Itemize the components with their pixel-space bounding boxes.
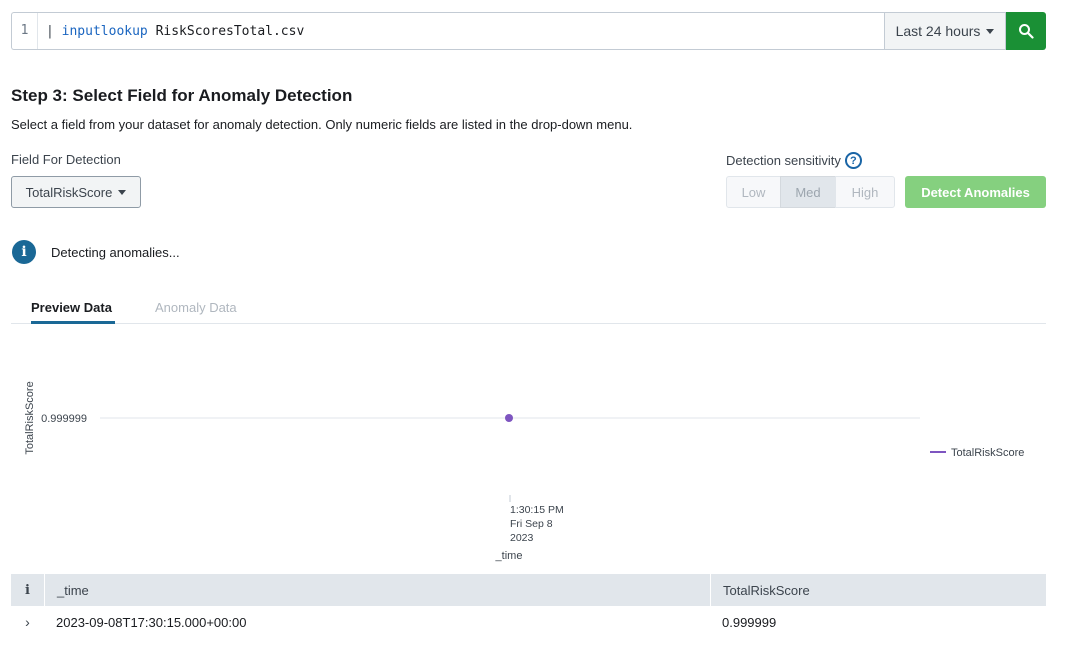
sensitivity-high[interactable]: High (835, 176, 895, 208)
row-expand-icon[interactable]: › (11, 614, 44, 630)
help-icon[interactable]: ? (844, 152, 862, 169)
cell-score: 0.999999 (722, 614, 777, 630)
field-selected-value: TotalRiskScore (25, 184, 113, 200)
results-table: i _time TotalRiskScore › 2023-09-08T17:3… (11, 574, 1046, 638)
status-message: Detecting anomalies... (51, 245, 180, 260)
field-dropdown[interactable]: TotalRiskScore (11, 176, 141, 208)
y-axis-label: TotalRiskScore (24, 381, 36, 454)
step-title: Step 3: Select Field for Anomaly Detecti… (11, 86, 353, 105)
active-tab-indicator (31, 321, 115, 324)
caret-down-icon (118, 189, 127, 195)
line-number: 1 (12, 13, 38, 49)
info-icon: i (12, 240, 36, 264)
detect-anomalies-button[interactable]: Detect Anomalies (905, 176, 1046, 208)
x-tick-label-line: Fri Sep 8 (510, 518, 553, 530)
column-header-score[interactable]: TotalRiskScore (710, 574, 1046, 606)
query-command: inputlookup (61, 23, 148, 39)
cell-time: 2023-09-08T17:30:15.000+00:00 (56, 614, 247, 630)
query-argument: RiskScoresTotal.csv (155, 23, 305, 39)
info-column-header: i (25, 582, 30, 598)
x-tick-label: 1:30:15 PM Fri Sep 8 2023 (510, 504, 564, 544)
column-header-time[interactable]: _time (44, 574, 710, 606)
data-point[interactable] (505, 414, 513, 422)
tab-anomaly-data[interactable]: Anomaly Data (155, 300, 237, 315)
sensitivity-label: Detection sensitivity ? (726, 152, 862, 169)
caret-down-icon (986, 28, 995, 34)
search-icon (1019, 24, 1034, 39)
search-button[interactable] (1006, 12, 1046, 50)
time-range-picker[interactable]: Last 24 hours (884, 12, 1006, 50)
sensitivity-med[interactable]: Med (780, 176, 836, 208)
query-pipe: | (46, 23, 54, 39)
x-axis-label: _time (495, 550, 523, 562)
legend-label: TotalRiskScore (951, 447, 1024, 459)
tab-preview-data[interactable]: Preview Data (31, 300, 112, 315)
sensitivity-low[interactable]: Low (726, 176, 781, 208)
table-row: › 2023-09-08T17:30:15.000+00:00 0.999999 (11, 606, 1046, 638)
x-tick-label-line: 1:30:15 PM (510, 504, 564, 516)
step-description: Select a field from your dataset for ano… (11, 117, 633, 132)
tab-divider (11, 323, 1046, 324)
y-tick-label: 0.999999 (41, 413, 87, 425)
time-range-label: Last 24 hours (895, 23, 981, 39)
search-query-input[interactable]: 1 | inputlookup RiskScoresTotal.csv (11, 12, 885, 50)
preview-chart: TotalRiskScore 0.999999 1:30:15 PM Fri Se… (24, 381, 1024, 562)
query-text[interactable]: | inputlookup RiskScoresTotal.csv (38, 24, 304, 39)
sensitivity-label-text: Detection sensitivity (726, 153, 841, 168)
table-header: i _time TotalRiskScore (11, 574, 1046, 606)
field-label: Field For Detection (11, 152, 121, 167)
x-tick-label-line: 2023 (510, 532, 534, 544)
